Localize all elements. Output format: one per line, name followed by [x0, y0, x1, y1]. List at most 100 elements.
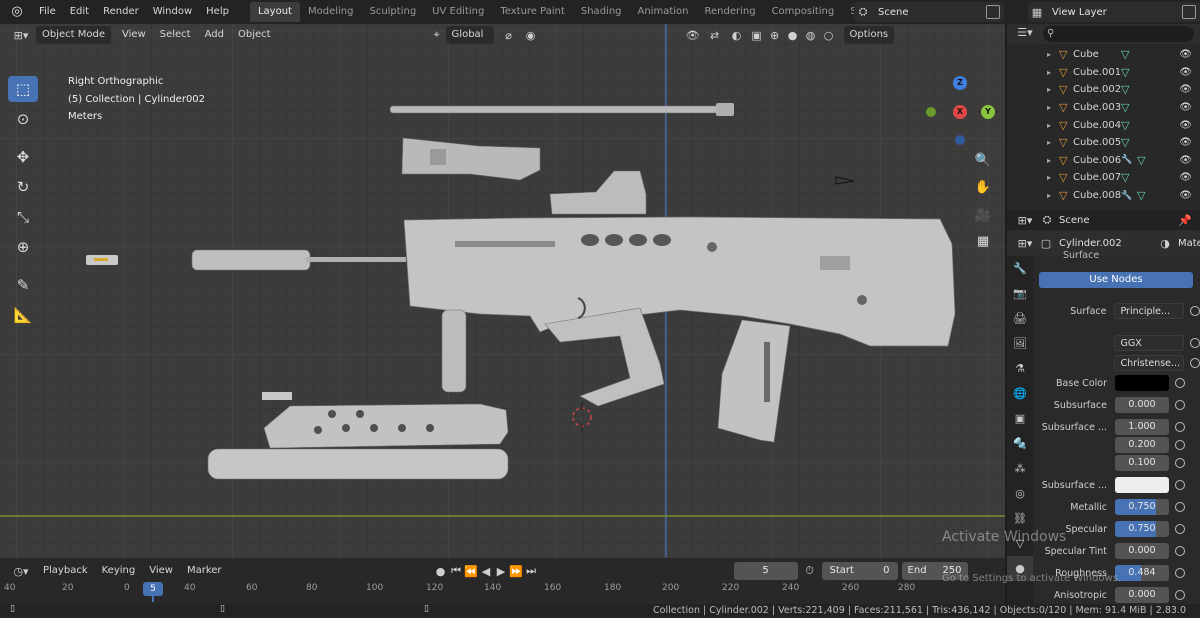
physics-tab-icon[interactable]: ◎	[1007, 481, 1033, 506]
zoom-icon[interactable]: 🔍	[972, 149, 994, 171]
expand-arrow-icon[interactable]: ▸	[1047, 85, 1059, 94]
navigation-gizmo[interactable]: Z Y X	[920, 74, 1000, 154]
expand-arrow-icon[interactable]: ▸	[1047, 103, 1059, 112]
outliner-item-name[interactable]: Cube.002	[1073, 84, 1121, 95]
tab-compositing[interactable]: Compositing	[764, 2, 843, 22]
stopwatch-icon[interactable]: ⏱	[798, 564, 822, 578]
pin-icon[interactable]: 📌	[1178, 214, 1192, 227]
record-icon[interactable]: ●	[433, 565, 449, 578]
timeline-menu-playback[interactable]: Playback	[36, 560, 95, 582]
visibility-eye-icon[interactable]: 👁	[1179, 190, 1192, 201]
node-socket-icon[interactable]	[1175, 378, 1185, 388]
node-socket-icon[interactable]	[1175, 400, 1185, 410]
property-number-field[interactable]: 0.200	[1115, 437, 1169, 453]
menu-help[interactable]: Help	[199, 0, 236, 24]
mode-selector[interactable]: Object Mode	[36, 26, 111, 44]
particles-tab-icon[interactable]: ⁂	[1007, 456, 1033, 481]
expand-arrow-icon[interactable]: ▸	[1047, 121, 1059, 130]
next-keyframe-icon[interactable]: ⏩	[509, 565, 524, 578]
gizmo-y-axis[interactable]: Y	[981, 105, 995, 119]
tab-modeling[interactable]: Modeling	[300, 2, 362, 22]
visibility-eye-icon[interactable]: 👁	[1179, 49, 1192, 60]
properties-editor-icon[interactable]: ⊞▾	[1011, 214, 1039, 227]
node-socket-icon[interactable]	[1190, 306, 1200, 316]
property-number-field[interactable]: 0.000	[1115, 587, 1169, 603]
property-dropdown[interactable]: Principle...	[1114, 303, 1185, 319]
move-tool-icon[interactable]: ✥	[8, 144, 38, 170]
start-frame-field[interactable]: Start 0	[821, 562, 898, 580]
property-number-field[interactable]: 0.000	[1115, 397, 1169, 413]
visibility-eye-icon[interactable]: 👁	[1179, 172, 1192, 183]
timeline-ruler[interactable]: 40 20 0 5 40 60 80 100 120 140 160 180 200 220 240 260 2…	[0, 582, 1005, 602]
measure-tool-icon[interactable]: 📐	[8, 302, 38, 328]
scene-tab-icon[interactable]: ⚗	[1007, 356, 1033, 381]
menu-edit[interactable]: Edit	[63, 0, 96, 24]
node-socket-icon[interactable]	[1190, 358, 1200, 368]
node-socket-icon[interactable]	[1175, 590, 1185, 600]
property-dropdown[interactable]: Christense...	[1114, 355, 1185, 371]
editor-type-icon[interactable]: ⊞▾	[6, 29, 36, 42]
outliner-row[interactable]: ▸ ▽ Cube ▽ 👁	[1007, 46, 1200, 64]
visibility-eye-icon[interactable]: 👁	[1179, 120, 1192, 131]
tool-tab-icon[interactable]: 🔧	[1007, 256, 1033, 281]
expand-arrow-icon[interactable]: ▸	[1047, 68, 1059, 77]
expand-arrow-icon[interactable]: ▸	[1047, 50, 1059, 59]
tab-animation[interactable]: Animation	[630, 2, 697, 22]
mesh-data-icon[interactable]: ▽	[1121, 66, 1137, 79]
proportional-icon[interactable]: ◉	[520, 29, 542, 42]
render-tab-icon[interactable]: 📷	[1007, 281, 1033, 306]
color-swatch[interactable]	[1115, 477, 1169, 493]
camera-view-icon[interactable]: 🎥	[972, 204, 994, 226]
node-socket-icon[interactable]	[1175, 568, 1185, 578]
view-layer-tab-icon[interactable]: 🖼	[1007, 331, 1033, 356]
property-slider[interactable]: 0.750	[1115, 521, 1169, 537]
modifier-icon[interactable]: 🔧	[1121, 155, 1137, 165]
viewport-menu-select[interactable]: Select	[153, 24, 198, 46]
property-number-field[interactable]: 0.100	[1115, 455, 1169, 471]
material-shading-icon[interactable]: ◍	[802, 29, 820, 42]
playhead-frame[interactable]: 5	[143, 582, 163, 596]
transform-pivot-icon[interactable]: ⌖	[428, 28, 446, 42]
3d-viewport[interactable]: ⊞▾ Object Mode View Select Add Object ⌖ Glo…	[0, 24, 1005, 558]
visibility-eye-icon[interactable]: 👁	[1179, 155, 1192, 166]
mesh-data-icon[interactable]: ▽	[1137, 189, 1153, 202]
outliner-editor-icon[interactable]: ☰▾	[1011, 26, 1039, 39]
timeline-menu-view[interactable]: View	[142, 560, 180, 582]
object-tab-icon[interactable]: ▣	[1007, 406, 1033, 431]
menu-file[interactable]: File	[32, 0, 63, 24]
node-socket-icon[interactable]	[1175, 524, 1185, 534]
gizmo-neg-z-axis[interactable]	[955, 135, 965, 145]
jump-start-icon[interactable]: ⏮	[449, 564, 464, 578]
node-socket-icon[interactable]	[1175, 422, 1185, 432]
options-dropdown[interactable]: Options	[843, 26, 895, 44]
xray-icon[interactable]: ▣	[748, 29, 766, 42]
gizmo-z-axis[interactable]: Z	[953, 76, 967, 90]
prev-keyframe-icon[interactable]: ⏪	[464, 565, 479, 578]
outliner-item-name[interactable]: Cube.003	[1073, 102, 1121, 113]
blender-logo-icon[interactable]: ◎	[8, 3, 26, 21]
timeline-menu-keying[interactable]: Keying	[95, 560, 143, 582]
view-layer-selector[interactable]: ▦ View Layer	[1028, 2, 1200, 22]
scale-tool-icon[interactable]: ⤡	[8, 204, 38, 230]
viewport-menu-view[interactable]: View	[115, 24, 153, 46]
outliner-item-name[interactable]: Cube	[1073, 49, 1121, 60]
tab-sculpting[interactable]: Sculpting	[361, 2, 424, 22]
visibility-eye-icon[interactable]: 👁	[1179, 84, 1192, 95]
rotate-tool-icon[interactable]: ↻	[8, 174, 38, 200]
viewport-menu-object[interactable]: Object	[231, 24, 278, 46]
transform-orientation-dropdown[interactable]: Global	[445, 26, 494, 44]
node-socket-icon[interactable]	[1190, 338, 1200, 348]
outliner-item-name[interactable]: Cube.001	[1073, 67, 1121, 78]
transform-tool-icon[interactable]: ⊕	[8, 234, 38, 260]
play-reverse-icon[interactable]: ◀	[479, 565, 494, 578]
menu-window[interactable]: Window	[146, 0, 199, 24]
outliner-row[interactable]: ▸ ▽ Cube.006 🔧 ▽ 👁	[1007, 152, 1200, 170]
node-socket-icon[interactable]	[1175, 546, 1185, 556]
overlay-icon[interactable]: ◐	[726, 29, 748, 42]
ortho-grid-icon[interactable]: ▦	[972, 230, 994, 252]
viewport-menu-add[interactable]: Add	[198, 24, 231, 46]
expand-arrow-icon[interactable]: ▸	[1047, 173, 1059, 182]
modifier-icon[interactable]: 🔧	[1121, 191, 1137, 201]
gizmo-x-axis[interactable]: X	[953, 105, 967, 119]
outliner-row[interactable]: ▸ ▽ Cube.003 ▽ 👁	[1007, 99, 1200, 117]
